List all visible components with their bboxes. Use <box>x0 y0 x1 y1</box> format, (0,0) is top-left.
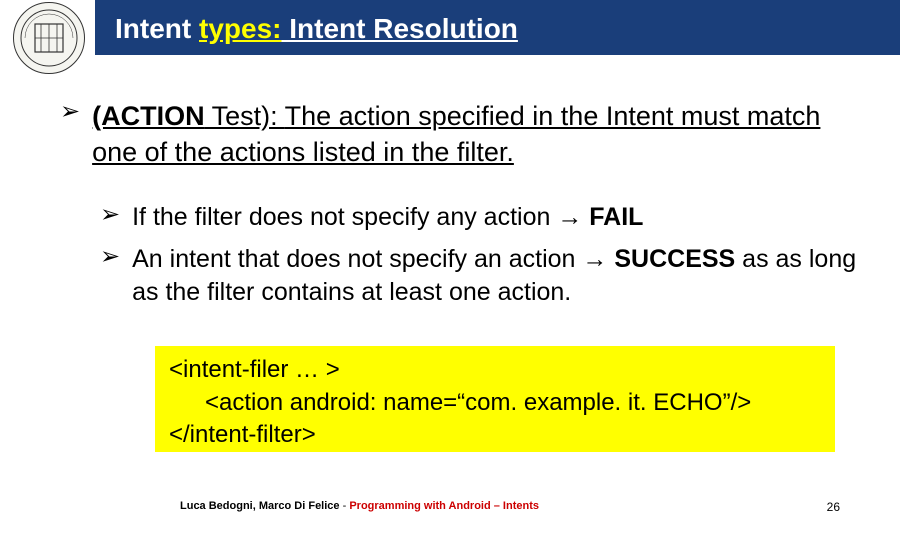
footer-credits: Luca Bedogni, Marco Di Felice - Programm… <box>180 500 539 512</box>
sub-bullet-pre: If the filter does not specify any actio… <box>132 203 557 231</box>
sub-bullet-strong: SUCCESS <box>607 245 735 273</box>
sub-bullet-list: ➢ If the filter does not specify any act… <box>100 201 860 310</box>
university-seal-logo <box>13 2 85 74</box>
title-prefix: Intent <box>115 13 199 44</box>
code-line: <intent-filer … > <box>169 354 821 386</box>
arrow-bullet-icon: ➢ <box>100 243 120 272</box>
page-number: 26 <box>827 500 840 514</box>
code-line: <action android: name=“com. example. it.… <box>169 387 821 419</box>
arrow-bullet-icon: ➢ <box>60 98 80 127</box>
sub-bullet-row: ➢ An intent that does not specify an act… <box>100 243 860 311</box>
title-suffix: Intent Resolution <box>281 13 517 44</box>
sub-bullet-strong: FAIL <box>582 203 643 231</box>
slide-title: Intent types: Intent Resolution <box>115 13 518 45</box>
action-test-label: (ACTION <box>92 101 204 131</box>
sub-bullet-row: ➢ If the filter does not specify any act… <box>100 201 860 235</box>
title-highlight: types: <box>199 13 281 44</box>
footer-authors: Luca Bedogni, Marco Di Felice <box>180 500 340 512</box>
sub-bullet-pre: An intent that does not specify an actio… <box>132 245 582 273</box>
arrow-icon: → <box>557 203 582 231</box>
arrow-icon: → <box>582 245 607 273</box>
seal-icon <box>19 8 79 68</box>
arrow-bullet-icon: ➢ <box>100 201 120 230</box>
slide-content: ➢ (ACTION Test): The action specified in… <box>0 68 900 452</box>
main-bullet-text: (ACTION Test): The action specified in t… <box>92 98 860 171</box>
slide-header: Intent types: Intent Resolution <box>0 0 900 68</box>
action-test-suffix: Test): <box>205 101 285 131</box>
slide-footer: Luca Bedogni, Marco Di Felice - Programm… <box>0 500 900 520</box>
sub-bullet-text: If the filter does not specify any actio… <box>132 201 643 235</box>
code-line: </intent-filter> <box>169 419 821 451</box>
footer-separator: - <box>340 500 350 512</box>
footer-subtitle: Programming with Android – Intents <box>349 500 539 512</box>
main-bullet-row: ➢ (ACTION Test): The action specified in… <box>60 98 860 171</box>
code-example-box: <intent-filer … > <action android: name=… <box>155 346 835 452</box>
sub-bullet-text: An intent that does not specify an actio… <box>132 243 860 311</box>
